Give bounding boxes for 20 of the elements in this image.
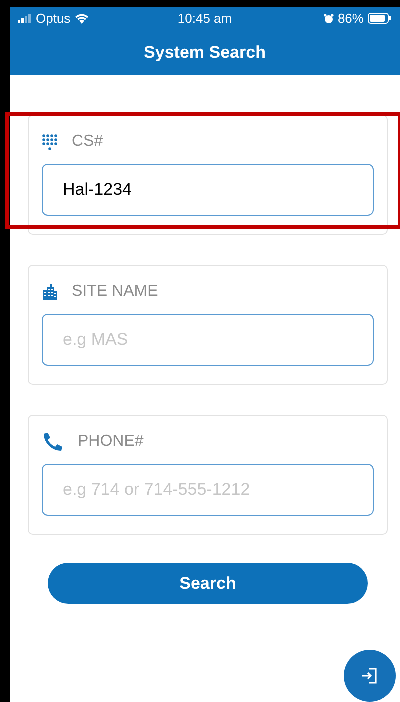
signal-icon xyxy=(18,14,32,23)
input-field[interactable]: Hal-1234 xyxy=(42,164,374,216)
field-label: PHONE# xyxy=(78,433,144,451)
battery-icon xyxy=(368,13,392,24)
alarm-icon xyxy=(324,14,334,24)
wifi-icon xyxy=(74,14,89,24)
input-field[interactable]: e.g 714 or 714-555-1212 xyxy=(42,464,374,516)
clock-time: 10:45 am xyxy=(178,11,232,26)
phone-icon xyxy=(42,432,64,452)
search-button[interactable]: Search xyxy=(48,563,368,604)
field-label: SITE NAME xyxy=(72,283,158,301)
enter-icon xyxy=(360,666,380,686)
building-icon xyxy=(42,284,58,300)
sign-in-button[interactable] xyxy=(344,650,396,702)
input-field[interactable]: e.g MAS xyxy=(42,314,374,366)
field-label: CS# xyxy=(72,133,104,151)
battery-percent: 86% xyxy=(338,11,364,26)
page-title: System Search xyxy=(144,42,266,62)
carrier-name: Optus xyxy=(36,11,71,26)
keypad-icon xyxy=(42,134,58,150)
